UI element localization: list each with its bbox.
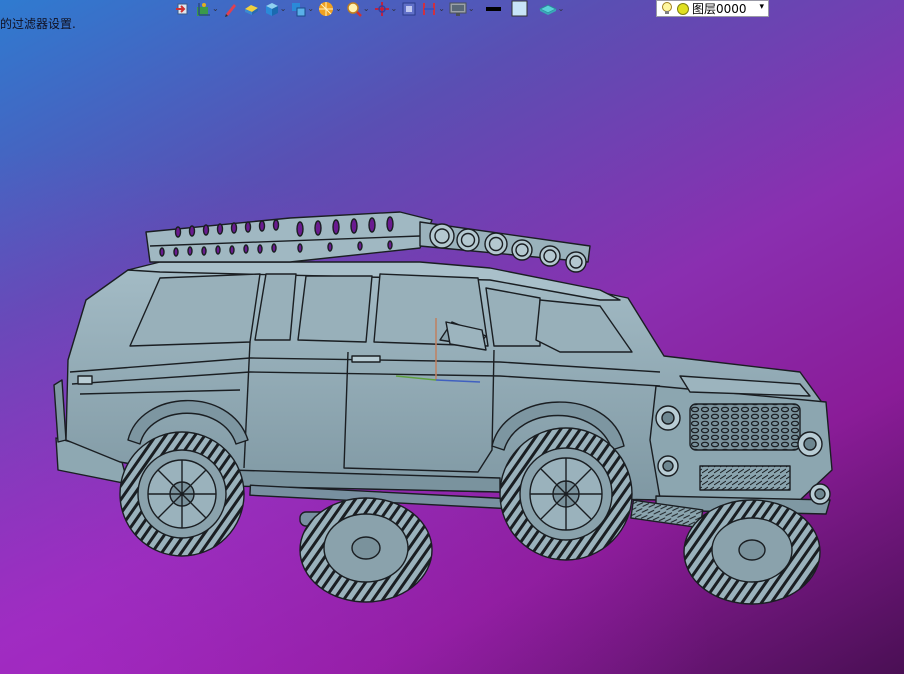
rear-light xyxy=(77,375,93,385)
wheel-rear-near xyxy=(119,431,245,557)
wheel-front-near xyxy=(499,427,633,561)
wheel-front-far xyxy=(683,499,821,605)
suv-model[interactable] xyxy=(0,0,904,674)
wheel-rear-far xyxy=(299,497,433,603)
